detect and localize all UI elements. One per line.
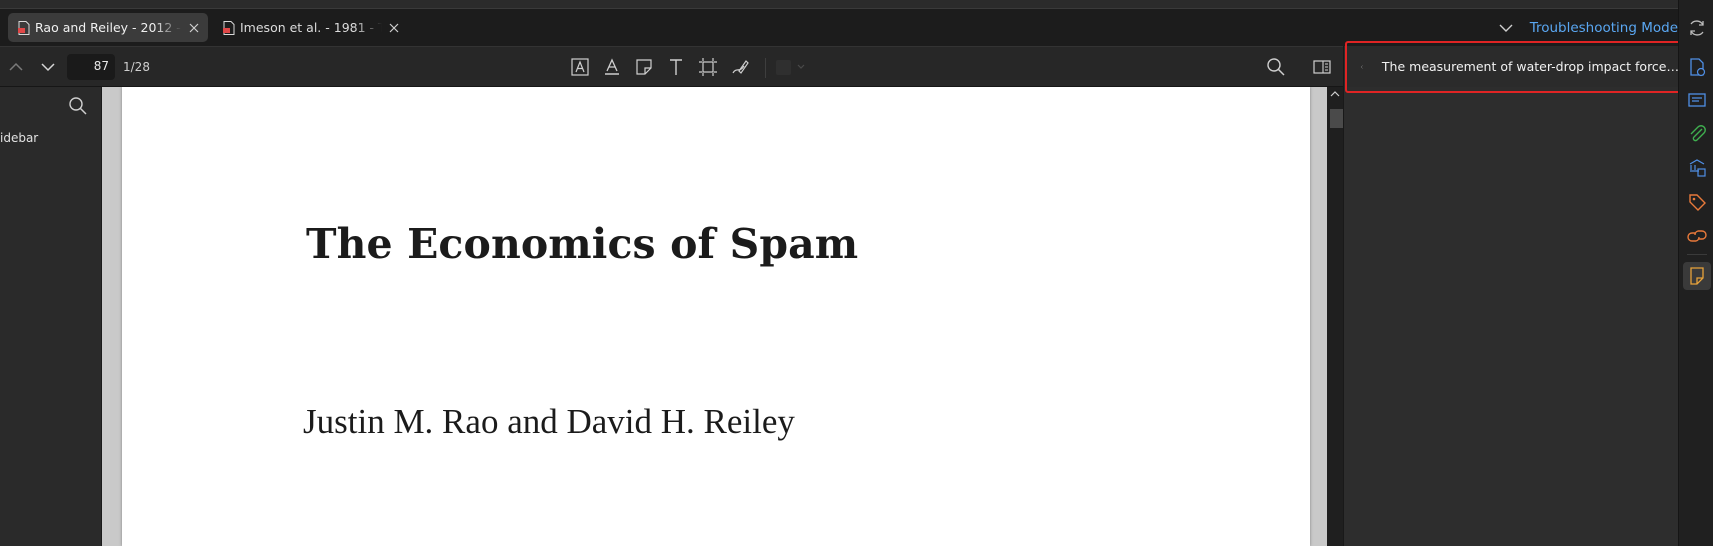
tab-rao-reiley[interactable]: Rao and Reiley - 2012 - The Economics of…: [8, 13, 208, 42]
sidebar-label: idebar: [0, 131, 39, 145]
sync-icon[interactable]: [1687, 18, 1707, 38]
search-icon[interactable]: [1266, 57, 1286, 77]
back-arrow-icon[interactable]: [1360, 58, 1364, 76]
tags-icon[interactable]: [1687, 192, 1707, 212]
document-authors: Justin M. Rao and David H. Reiley: [303, 402, 795, 441]
tab-label: Rao and Reiley - 2012 - The Economics of…: [35, 20, 182, 35]
left-sidebar: idebar: [0, 87, 102, 546]
abstract-icon[interactable]: [1687, 90, 1707, 110]
troubleshooting-label[interactable]: Troubleshooting Mode: [1530, 20, 1678, 36]
select-area-icon[interactable]: [698, 57, 718, 77]
draw-icon[interactable]: [730, 57, 750, 77]
scroll-up-icon[interactable]: [1330, 89, 1340, 99]
text-box-icon[interactable]: [570, 57, 590, 77]
notes-icon[interactable]: [1687, 266, 1707, 286]
text-icon[interactable]: [666, 57, 686, 77]
item-info-icon[interactable]: [1687, 57, 1707, 77]
pdf-file-icon: [223, 20, 235, 35]
related-icon[interactable]: [1687, 226, 1707, 246]
vertical-scrollbar[interactable]: [1327, 87, 1343, 546]
right-sidenav: [1678, 0, 1713, 546]
page-count: 1/28: [123, 60, 150, 74]
close-icon[interactable]: [386, 20, 402, 36]
chevron-down-icon[interactable]: [1498, 20, 1514, 36]
scrollbar-thumb[interactable]: [1330, 109, 1343, 128]
context-pane: The measurement of water-drop impact for…: [1343, 46, 1679, 546]
pdf-file-icon: [18, 20, 30, 35]
note-icon[interactable]: [634, 57, 654, 77]
annotation-color-picker[interactable]: [776, 59, 806, 75]
close-icon[interactable]: [186, 20, 202, 36]
pdf-page[interactable]: The Economics of Spam Justin M. Rao and …: [122, 87, 1310, 546]
document-title: The Economics of Spam: [306, 220, 859, 268]
reader-toolbar: 87 1/28: [0, 46, 1343, 87]
highlight-text-icon[interactable]: [602, 57, 622, 77]
sidenav-separator: [1687, 254, 1707, 255]
troubleshooting-mode[interactable]: Troubleshooting Mode: [1498, 9, 1678, 46]
attachments-icon[interactable]: [1687, 124, 1707, 144]
document-viewer[interactable]: The Economics of Spam Justin M. Rao and …: [102, 87, 1343, 546]
toolbar-separator: [765, 58, 766, 78]
tab-label: Imeson et al. - 1981 - The measurement o…: [240, 20, 382, 35]
color-swatch: [776, 59, 791, 75]
page-number-input[interactable]: 87: [67, 54, 115, 80]
toggle-context-pane-icon[interactable]: [1312, 57, 1332, 77]
previous-page-icon[interactable]: [6, 57, 26, 77]
libraries-collections-icon[interactable]: [1687, 158, 1707, 178]
context-pane-header[interactable]: The measurement of water-drop impact for…: [1346, 46, 1679, 87]
tab-imeson[interactable]: Imeson et al. - 1981 - The measurement o…: [213, 13, 408, 42]
context-pane-title[interactable]: The measurement of water-drop impact for…: [1382, 59, 1679, 74]
window-top-strip: [0, 0, 1678, 9]
search-icon[interactable]: [68, 96, 88, 116]
next-page-icon[interactable]: [38, 57, 58, 77]
tab-bar: Rao and Reiley - 2012 - The Economics of…: [0, 9, 1678, 46]
chevron-down-icon: [797, 64, 805, 69]
